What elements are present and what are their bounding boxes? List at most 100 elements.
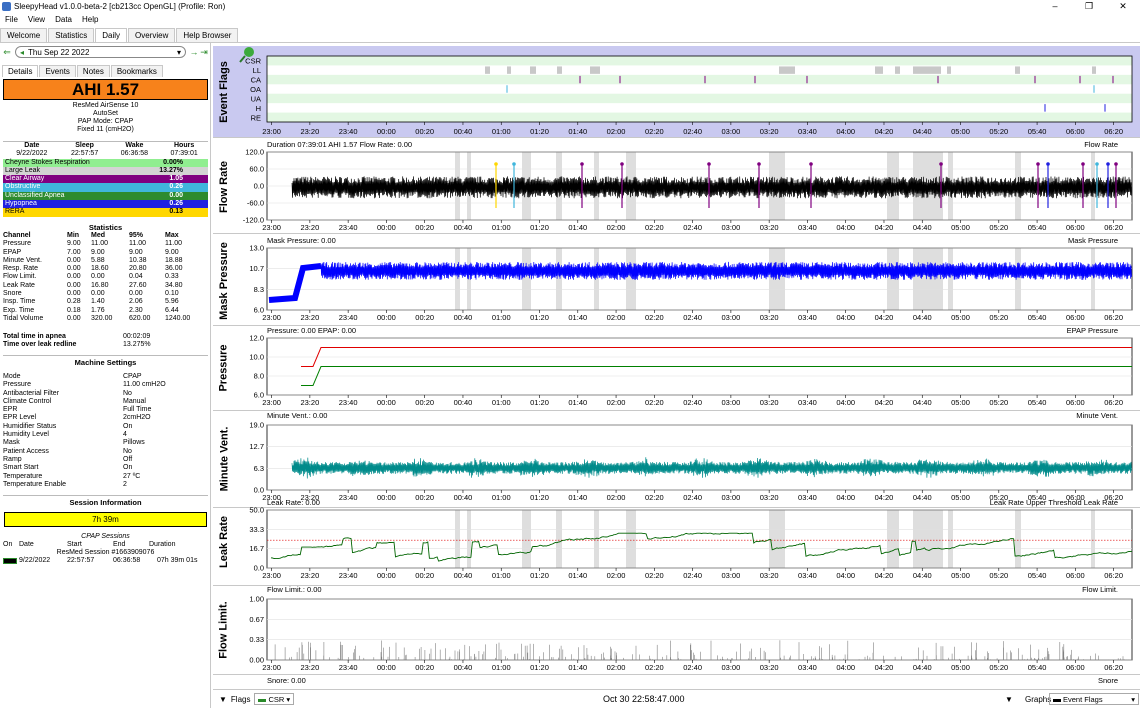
x-tick-label: 23:40 [339, 571, 358, 580]
next-day-icon[interactable]: → [189, 47, 199, 57]
x-tick-label: 02:40 [683, 313, 702, 322]
event-marker-dot [939, 162, 943, 166]
event-flags-plot[interactable]: CSRLLCAOAUAHRE23:00 23:20 23:40 00:00 00:20 0… [235, 46, 1140, 138]
apnea-time-label: Total time in apnea [3, 333, 66, 340]
x-tick-label: 05:00 [951, 571, 970, 580]
menu-view[interactable]: View [23, 14, 50, 26]
x-tick-label: 02:00 [607, 663, 626, 672]
tab-daily[interactable]: Daily [95, 28, 127, 42]
x-tick-label: 23:40 [339, 313, 358, 322]
leak-rate-plot[interactable]: 50.033.316.70.023:00 23:20 23:40 00:00 00:20… [235, 498, 1140, 586]
x-tick-label: 00:00 [377, 571, 396, 580]
x-tick-label: 04:00 [836, 663, 855, 672]
maximize-button[interactable]: ❐ [1072, 0, 1106, 13]
leak-redline-value: 13.275% [123, 341, 151, 349]
snore-title: Snore: 0.00 [267, 676, 306, 685]
panel-snore[interactable]: Snore: 0.00 Snore [213, 676, 1140, 688]
x-tick-label: 02:20 [645, 223, 664, 232]
tab-notes[interactable]: Notes [76, 65, 110, 77]
y-tick-label: 8.0 [254, 372, 264, 381]
y-tick-label: 10.0 [249, 353, 264, 362]
csr-combo[interactable]: CSR ▾ [254, 693, 295, 705]
x-tick-label: 23:40 [339, 398, 358, 407]
cursor-time: Oct 30 22:58:47.000 [603, 694, 685, 704]
menu-help[interactable]: Help [77, 14, 103, 26]
y-tick-label: 10.7 [249, 264, 264, 273]
panel-mask-pressure[interactable]: Mask Pressure Mask Pressure: 0.00 Mask P… [213, 236, 1140, 326]
x-tick-label: 04:20 [875, 223, 894, 232]
stats-row: Snore 0.00 0.00 0.00 0.10 [3, 290, 179, 298]
panel-flow-limit[interactable]: Flow Limit. Flow Limit.: 0.00 Flow Limit… [213, 585, 1140, 675]
tab-welcome[interactable]: Welcome [0, 28, 48, 42]
x-tick-label: 03:40 [798, 663, 817, 672]
stats-row: Flow Limit. 0.00 0.00 0.04 0.33 [3, 273, 179, 281]
statistics-title: Statistics [88, 223, 123, 232]
plot-frame [266, 509, 1133, 569]
tab-help-browser[interactable]: Help Browser [176, 28, 239, 42]
tab-bookmarks[interactable]: Bookmarks [110, 65, 163, 77]
menu-data[interactable]: Data [50, 14, 77, 26]
y-tick-label: 50.0 [249, 506, 264, 515]
tab-overview[interactable]: Overview [128, 28, 176, 42]
x-tick-label: 02:40 [683, 127, 702, 136]
flow-rate-plot[interactable]: 120.0 60.0 0.0 -60.0 -120.023:00 23:20 23:40 00… [235, 140, 1140, 234]
title-bar: SleepyHead v1.0.0-beta-2 [cb213cc OpenGL… [0, 0, 1140, 13]
graphs-dropdown-icon[interactable]: ▼ [1005, 695, 1013, 704]
x-tick-label: 01:20 [530, 398, 549, 407]
flags-button[interactable]: Flags [231, 695, 251, 704]
flags-dropdown-icon[interactable]: ▼ [219, 695, 227, 704]
date-picker[interactable]: ◂ Thu Sep 22 2022 ▾ [15, 46, 186, 58]
x-tick-label: 23:00 [262, 398, 281, 407]
graphs-button[interactable]: Graphs [1025, 695, 1051, 704]
x-tick-label: 05:40 [1028, 571, 1047, 580]
x-tick-label: 04:40 [913, 223, 932, 232]
tab-details[interactable]: Details [2, 65, 39, 77]
setting-row: Mode CPAP [3, 373, 142, 380]
session-row[interactable]: 9/22/2022 22:57:57 06:36:58 07h 39m 01s [3, 557, 208, 565]
event-value: 0.26 [169, 183, 183, 191]
prev-day-icon[interactable]: ⇐ [2, 47, 12, 58]
tab-statistics[interactable]: Statistics [48, 28, 95, 42]
x-tick-label: 05:20 [989, 223, 1008, 232]
x-tick-label: 01:00 [492, 663, 511, 672]
machine-settings: Machine Settings Mode CPAP Pressure 11.00 c… [3, 355, 208, 489]
flow-limit-plot[interactable]: 1.000.670.330.0023:00 23:20 23:40 00:00 00:2… [235, 585, 1140, 675]
event-row: Cheyne Stokes Respiration 0.00% [3, 158, 208, 167]
x-tick-label: 01:00 [492, 571, 511, 580]
setting-row: Temperature Enable 2 [3, 480, 127, 488]
setting-row: Temperature 27 ºC [3, 472, 141, 480]
flag-row-bg [267, 56, 1132, 66]
x-tick-label: 03:40 [798, 571, 817, 580]
large-leak-mark [485, 66, 490, 74]
flag-label: CA [251, 76, 261, 85]
session-toggle[interactable] [3, 558, 17, 565]
x-tick-label: 23:40 [339, 127, 358, 136]
x-tick-label: 03:40 [798, 223, 817, 232]
minute-vent-plot[interactable]: 19.012.76.30.023:00 23:20 23:40 00:00 00:20 0… [235, 411, 1140, 508]
x-tick-label: 05:00 [951, 223, 970, 232]
panel-pressure[interactable]: Pressure Pressure: 0.00 EPAP: 0.00 EPAP … [213, 326, 1140, 411]
x-tick-label: 23:20 [300, 313, 319, 322]
x-tick-label: 05:00 [951, 127, 970, 136]
panel-event-flags[interactable]: Event Flags CSR LL CA OA UA H RE 23:00 23:20 23:4… [213, 46, 1140, 138]
tab-events[interactable]: Events [39, 65, 76, 77]
close-button[interactable]: ✕ [1106, 0, 1140, 13]
minimize-button[interactable]: – [1038, 0, 1072, 13]
panel-leak-rate[interactable]: Leak Rate Leak Rate: 0.00 Leak Rate Uppe… [213, 498, 1140, 586]
panel-flow-rate[interactable]: Flow Rate Duration 07:39:01 AHI 1.57 Flo… [213, 140, 1140, 234]
large-leak-mark [947, 66, 951, 74]
menu-file[interactable]: File [0, 14, 23, 26]
x-tick-label: 05:40 [1028, 223, 1047, 232]
x-tick-label: 23:00 [262, 313, 281, 322]
pressure-plot[interactable]: 12.010.08.06.023:00 23:20 23:40 00:00 00:20 0… [235, 326, 1140, 411]
large-leak-mark [875, 66, 883, 74]
mask-pressure-plot[interactable]: 13.010.78.36.023:00 23:20 23:40 00:00 00:20 0… [235, 236, 1140, 326]
x-tick-label: 06:00 [1066, 127, 1085, 136]
flag-label: H [256, 104, 261, 113]
large-leak-band [948, 248, 953, 310]
panel-minute-vent[interactable]: Minute Vent. Minute Vent.: 0.00 Minute V… [213, 411, 1140, 508]
last-day-icon[interactable]: ⇥ [199, 47, 209, 58]
x-tick-label: 02:00 [607, 571, 626, 580]
event-flags-combo[interactable]: Event Flags ▾ [1049, 693, 1139, 705]
x-tick-label: 03:00 [721, 663, 740, 672]
